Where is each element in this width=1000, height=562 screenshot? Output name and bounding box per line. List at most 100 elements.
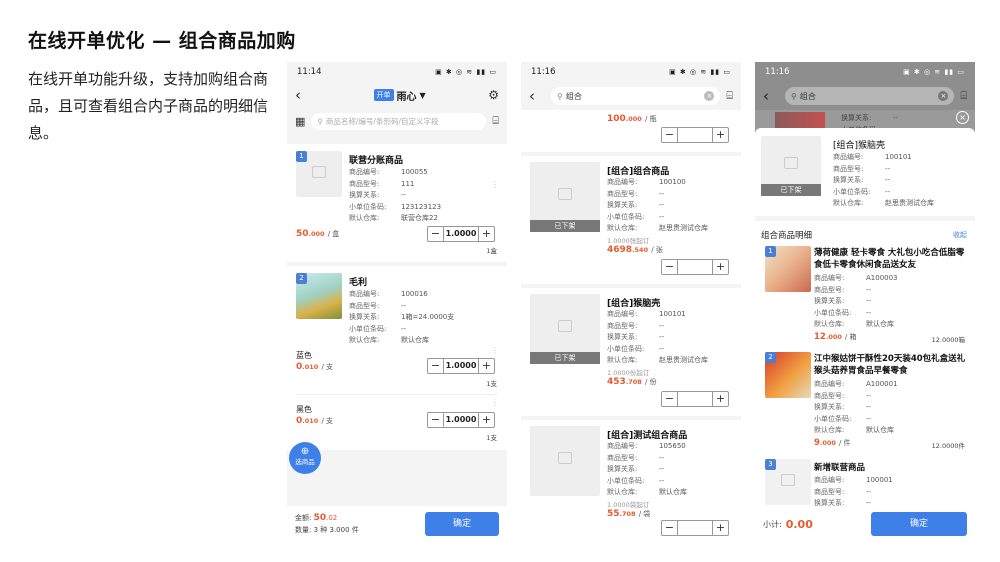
minor-unit: 1支 bbox=[486, 380, 497, 388]
clear-icon[interactable]: × bbox=[938, 91, 949, 101]
background-image bbox=[775, 112, 825, 128]
back-arrow-icon[interactable]: ‹ bbox=[295, 86, 311, 104]
quantity-value[interactable]: 1.0000 bbox=[443, 227, 479, 241]
minus-button[interactable]: − bbox=[428, 413, 443, 427]
more-icon[interactable]: ⋮ bbox=[491, 180, 499, 189]
child-attrs: 商品编号: A100003 商品型号: -- 换算关系: -- 小单位条码: -- 默认… bbox=[814, 274, 898, 328]
back-arrow-icon[interactable]: ‹ bbox=[763, 87, 779, 105]
plus-button[interactable]: + bbox=[713, 260, 728, 274]
select-products-button[interactable]: ⊕ 选商品 bbox=[289, 442, 321, 474]
minus-button[interactable]: − bbox=[428, 227, 443, 241]
product-price: 55.708 / 袋 bbox=[607, 509, 651, 519]
minus-button[interactable]: − bbox=[662, 521, 677, 535]
minor-unit: 1支 bbox=[486, 434, 497, 442]
product-attrs: 商品编号: 105650 商品型号: -- 换算关系: -- 小单位条码: -- 默认仓… bbox=[607, 442, 687, 496]
minus-button[interactable]: − bbox=[662, 392, 677, 406]
order-footer: 金额: 50.02 数量: 3 种 3.000 件 确定 bbox=[287, 506, 507, 542]
plus-button[interactable]: + bbox=[713, 521, 728, 535]
product-name: [组合]组合商品 bbox=[607, 167, 670, 177]
variant-name: 蓝色 bbox=[296, 351, 312, 360]
quantity-value[interactable] bbox=[677, 521, 713, 535]
plus-button[interactable]: + bbox=[479, 227, 494, 241]
scan-icon[interactable]: ⌸ bbox=[492, 114, 499, 128]
variant-name: 黑色 bbox=[296, 405, 312, 414]
child-product-name: 薄荷健康 轻卡零食 大礼包小吃合低脂零食低卡零食休闲食品送女友 bbox=[814, 248, 965, 270]
quantity-stepper[interactable]: − + bbox=[661, 259, 729, 275]
scan-icon[interactable]: ⌸ bbox=[726, 89, 733, 103]
index-badge: 2 bbox=[765, 352, 776, 363]
plus-button[interactable]: + bbox=[713, 128, 728, 142]
section-divider bbox=[755, 216, 975, 221]
product-card[interactable]: 1 联营分账商品 商品编号: 100055 商品型号: 111 换算关系: -- 小单… bbox=[287, 144, 507, 262]
plus-button[interactable]: + bbox=[479, 359, 494, 373]
combo-image: 已下架 bbox=[761, 136, 821, 196]
product-card[interactable]: 2 毛利 商品编号: 100016 商品型号: -- 换算关系: 1箱=24.0000… bbox=[287, 266, 507, 450]
product-name: 毛利 bbox=[349, 278, 368, 288]
search-input[interactable]: ⚲ 商品名称/编号/条形码/自定义字段 bbox=[311, 112, 487, 130]
search-row: ‹ ⚲ 组合 × ⌸ bbox=[521, 82, 741, 110]
back-arrow-icon[interactable]: ‹ bbox=[529, 87, 545, 105]
minus-button[interactable]: − bbox=[428, 359, 443, 373]
more-icon[interactable]: ⋮ bbox=[491, 398, 499, 407]
fab-label: 选商品 bbox=[295, 458, 315, 466]
quantity-stepper[interactable]: − 1.0000 + bbox=[427, 358, 495, 374]
bag-icon bbox=[784, 157, 798, 169]
collapse-link[interactable]: 收起 bbox=[953, 230, 967, 240]
search-input[interactable]: ⚲ 组合 × bbox=[551, 87, 721, 105]
settings-gear-icon[interactable]: ⚙ bbox=[488, 88, 499, 102]
product-name: [组合]猴脑壳 bbox=[607, 299, 661, 309]
quantity-stepper[interactable]: − 1.0000 + bbox=[427, 226, 495, 242]
product-card[interactable]: 已下架 [组合]猴脑壳 商品编号: 100101 商品型号: -- 换算关系: -- … bbox=[521, 288, 741, 416]
search-value: 组合 bbox=[799, 91, 816, 101]
combo-attrs: 商品编号: 100101 商品型号: -- 换算关系: -- 小单位条码: -- 默认仓… bbox=[833, 153, 934, 207]
product-attrs: 商品编号: 100100 商品型号: -- 换算关系: -- 小单位条码: -- 默认仓… bbox=[607, 178, 708, 232]
child-qty: 12.0000箱 bbox=[931, 336, 965, 344]
confirm-button[interactable]: 确定 bbox=[871, 512, 967, 536]
slide-description: 在线开单功能升级，支持加购组合商品，且可查看组合内子商品的明细信息。 bbox=[28, 70, 269, 142]
minus-button[interactable]: − bbox=[662, 260, 677, 274]
index-badge: 1 bbox=[765, 246, 776, 257]
product-card[interactable]: [组合]测试组合商品 商品编号: 105650 商品型号: -- 换算关系: -- 小… bbox=[521, 420, 741, 542]
quantity-value[interactable]: 1.0000 bbox=[443, 359, 479, 373]
quantity-value[interactable] bbox=[677, 392, 713, 406]
close-icon[interactable]: × bbox=[956, 111, 969, 124]
minus-button[interactable]: − bbox=[662, 128, 677, 142]
min-order: 1.0000袋起订 bbox=[607, 501, 650, 509]
more-icon[interactable]: ⋮ bbox=[491, 346, 499, 355]
child-price: 12.000 / 箱 bbox=[814, 332, 857, 342]
quantity-summary: 数量: 3 种 3.000 件 bbox=[295, 526, 359, 534]
clear-icon[interactable]: × bbox=[704, 91, 715, 101]
child-product-name: 新增联营商品 bbox=[814, 463, 866, 473]
product-name: [组合]测试组合商品 bbox=[607, 431, 688, 441]
phone-combo-detail-screen: 11:16 ▣ ✱ ◎ ≋ ▮▮ ▭ ‹ ⚲组合 × ⌸ 换算关系:-- 小单位… bbox=[755, 62, 975, 542]
quantity-value[interactable]: 1.0000 bbox=[443, 413, 479, 427]
product-card[interactable]: 已下架 [组合]组合商品 商品编号: 100100 商品型号: -- 换算关系: --… bbox=[521, 156, 741, 284]
quantity-stepper[interactable]: − + bbox=[661, 127, 729, 143]
variant-price: 0.010 / 支 bbox=[296, 362, 334, 372]
scan-icon[interactable]: ⌸ bbox=[960, 89, 967, 103]
product-attrs: 商品编号: 100101 商品型号: -- 换算关系: -- 小单位条码: -- 默认仓… bbox=[607, 310, 708, 364]
quantity-value[interactable] bbox=[677, 128, 713, 142]
grid-menu-icon[interactable]: ▦ bbox=[295, 115, 305, 128]
quantity-value[interactable] bbox=[677, 260, 713, 274]
quantity-stepper[interactable]: − + bbox=[661, 391, 729, 407]
product-image bbox=[530, 426, 600, 496]
product-name: 联营分账商品 bbox=[349, 156, 404, 166]
status-time: 11:16 bbox=[531, 67, 556, 77]
confirm-button[interactable]: 确定 bbox=[425, 512, 499, 536]
product-attrs: 商品编号: 100055 商品型号: 111 换算关系: -- 小单位条码: 12312… bbox=[349, 168, 442, 222]
quantity-stepper[interactable]: − + bbox=[661, 520, 729, 536]
search-input[interactable]: ⚲ 组合 × bbox=[785, 87, 955, 105]
plus-button[interactable]: + bbox=[713, 392, 728, 406]
caret-down-icon: ▼ bbox=[419, 90, 426, 100]
search-icon: ⚲ bbox=[557, 91, 563, 101]
status-time: 11:16 bbox=[765, 67, 790, 77]
child-qty: 12.0000件 bbox=[931, 442, 965, 450]
quantity-stepper[interactable]: − 1.0000 + bbox=[427, 412, 495, 428]
plus-button[interactable]: + bbox=[479, 413, 494, 427]
store-selector[interactable]: 开单 雨心 ▼ bbox=[311, 88, 488, 103]
product-price: 100.000 / 瓶 bbox=[607, 114, 657, 124]
status-icons: ▣ ✱ ◎ ≋ ▮▮ ▭ bbox=[669, 68, 731, 76]
status-icons: ▣ ✱ ◎ ≋ ▮▮ ▭ bbox=[903, 68, 965, 76]
minor-unit: 1盒 bbox=[486, 247, 497, 255]
